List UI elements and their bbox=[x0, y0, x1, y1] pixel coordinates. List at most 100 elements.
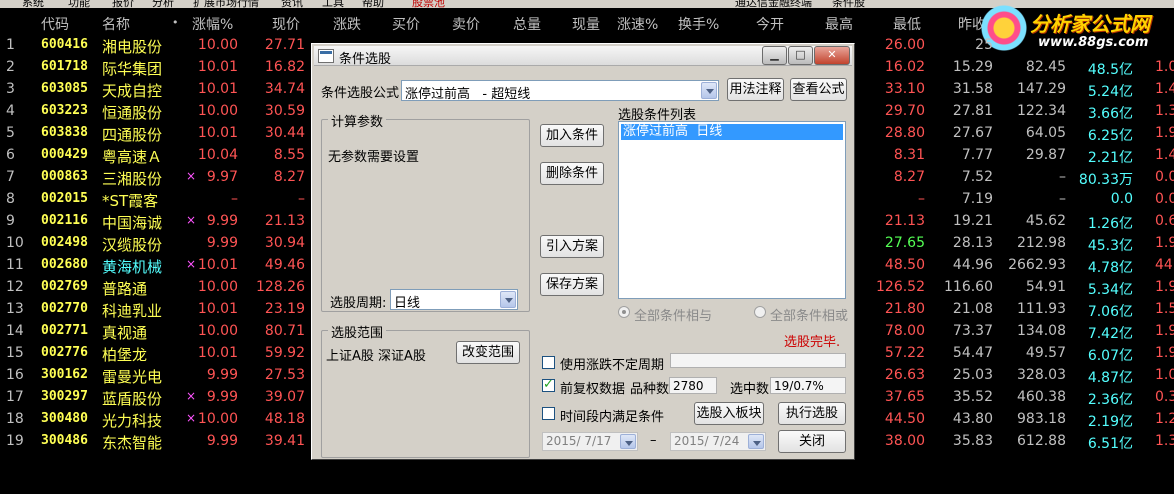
col-header[interactable]: 涨速% bbox=[617, 14, 658, 34]
menu-item[interactable]: 工具 bbox=[322, 0, 344, 8]
view-formula-button[interactable]: 查看公式 bbox=[790, 78, 847, 101]
stock-code: 002769 bbox=[41, 279, 88, 294]
period-label: 选股周期: bbox=[330, 296, 387, 311]
extra-value: 1.4 bbox=[1155, 147, 1174, 163]
formula-select[interactable]: 涨停过前高 - 超短线 bbox=[401, 80, 719, 102]
low-price: 27.67 bbox=[952, 125, 993, 141]
row-index: 5 bbox=[6, 125, 15, 141]
col-header[interactable]: • bbox=[172, 16, 179, 29]
adjust-data-label: 前复权数据 bbox=[560, 382, 626, 397]
stock-name: 光力科技 bbox=[102, 412, 163, 430]
range-text: 上证A股 深证A股 bbox=[326, 349, 426, 364]
col-header[interactable]: 最高 bbox=[825, 14, 853, 34]
condition-screen-dialog: 条件选股 ▁ □ ✕ 条件选股公式 涨停过前高 - 超短线 用法注释 查看公式 … bbox=[311, 43, 855, 460]
interval-checkbox[interactable] bbox=[542, 407, 555, 420]
condition-list[interactable]: 涨停过前高 日线 bbox=[618, 121, 846, 299]
menu-item[interactable]: 分析 bbox=[152, 0, 174, 8]
col-header[interactable]: 卖价 bbox=[452, 14, 480, 34]
menu-item[interactable]: 功能 bbox=[68, 0, 90, 8]
prev-close: 460.38 bbox=[1017, 389, 1066, 405]
dialog-title: 条件选股 bbox=[339, 52, 392, 67]
chevron-down-icon[interactable] bbox=[500, 291, 516, 308]
list-item[interactable]: 涨停过前高 日线 bbox=[621, 124, 843, 140]
delete-condition-button[interactable]: 删除条件 bbox=[540, 162, 604, 185]
extra-value: 1.9 bbox=[1155, 235, 1174, 251]
col-header[interactable]: 现量 bbox=[572, 14, 600, 34]
minimize-icon[interactable]: ▁ bbox=[762, 46, 787, 65]
high-price: 8.27 bbox=[893, 169, 925, 185]
indefinite-period-checkbox[interactable] bbox=[542, 356, 555, 369]
star-mark: × bbox=[186, 389, 197, 403]
change-pct: 9.99 bbox=[206, 433, 238, 449]
col-header[interactable]: 今开 bbox=[756, 14, 784, 34]
count-label: 品种数 bbox=[630, 382, 670, 397]
radio-and[interactable] bbox=[618, 306, 630, 318]
turnover-amount: 6.25亿 bbox=[1087, 128, 1133, 144]
col-header[interactable]: 总量 bbox=[513, 14, 541, 34]
save-plan-button[interactable]: 保存方案 bbox=[540, 273, 604, 296]
row-index: 10 bbox=[6, 235, 24, 251]
low-price: 43.80 bbox=[952, 411, 993, 427]
stock-code: 300486 bbox=[41, 433, 88, 448]
col-header[interactable]: 买价 bbox=[392, 14, 420, 34]
menu-item[interactable]: 帮助 bbox=[362, 0, 384, 8]
current-price: 8.55 bbox=[273, 147, 305, 163]
menu-item[interactable]: 扩展市场行情 bbox=[193, 0, 259, 8]
maximize-icon[interactable]: □ bbox=[788, 46, 813, 65]
dialog-titlebar[interactable]: 条件选股 ▁ □ ✕ bbox=[314, 46, 852, 67]
star-mark: × bbox=[186, 213, 197, 227]
date-to-select[interactable]: 2015/ 7/24 bbox=[670, 432, 766, 451]
extra-value: 1.4 bbox=[1155, 81, 1174, 97]
col-header[interactable]: 换手% bbox=[678, 14, 719, 34]
stock-code: 000863 bbox=[41, 169, 88, 184]
turnover-amount: 80.33万 bbox=[1078, 172, 1133, 188]
prev-close: 64.05 bbox=[1025, 125, 1066, 141]
app-title: 通达信金融终端 bbox=[735, 0, 812, 8]
stock-name: 真视通 bbox=[102, 324, 148, 342]
chevron-down-icon[interactable] bbox=[701, 82, 717, 99]
current-price: 27.53 bbox=[264, 367, 305, 383]
turnover-amount: 2.21亿 bbox=[1087, 150, 1133, 166]
low-price: 28.13 bbox=[952, 235, 993, 251]
menu-item[interactable]: 报价 bbox=[112, 0, 134, 8]
add-condition-button[interactable]: 加入条件 bbox=[540, 124, 604, 147]
row-index: 18 bbox=[6, 411, 24, 427]
row-index: 16 bbox=[6, 367, 24, 383]
stock-code: 300297 bbox=[41, 389, 88, 404]
stock-name: 湘电股份 bbox=[102, 38, 163, 56]
star-mark: × bbox=[186, 411, 197, 425]
date-from-select[interactable]: 2015/ 7/17 bbox=[542, 432, 638, 451]
change-pct: 9.99 bbox=[206, 367, 238, 383]
close-button[interactable]: 关闭 bbox=[778, 430, 846, 453]
low-price: 21.08 bbox=[952, 301, 993, 317]
col-header[interactable]: 最低 bbox=[893, 14, 921, 34]
col-header[interactable]: 涨幅% bbox=[192, 14, 233, 34]
current-price: 48.18 bbox=[264, 411, 305, 427]
col-header[interactable]: 涨跌 bbox=[333, 14, 361, 34]
low-price: 73.37 bbox=[952, 323, 993, 339]
close-icon[interactable]: ✕ bbox=[814, 46, 850, 65]
turnover-amount: 7.06亿 bbox=[1087, 304, 1133, 320]
stock-name: 黄海机械 bbox=[102, 258, 163, 276]
menu-item[interactable]: 系统 bbox=[22, 0, 44, 8]
col-header[interactable]: 名称 bbox=[102, 14, 130, 34]
stock-code: 002116 bbox=[41, 213, 88, 228]
menu-item-stock-pool[interactable]: 股票池 bbox=[412, 0, 445, 8]
col-header[interactable]: 代码 bbox=[41, 14, 69, 34]
high-price: 126.52 bbox=[876, 279, 925, 295]
import-plan-button[interactable]: 引入方案 bbox=[540, 235, 604, 258]
chevron-down-icon[interactable] bbox=[620, 434, 636, 449]
turnover-amount: 4.78亿 bbox=[1087, 260, 1133, 276]
radio-or[interactable] bbox=[754, 306, 766, 318]
adjust-data-checkbox[interactable] bbox=[542, 377, 555, 392]
col-header[interactable]: 现价 bbox=[272, 14, 300, 34]
to-block-button[interactable]: 选股入板块 bbox=[694, 402, 764, 425]
prev-close: – bbox=[1059, 191, 1066, 207]
change-range-button[interactable]: 改变范围 bbox=[456, 341, 520, 364]
menu-item[interactable]: 资讯 bbox=[281, 0, 303, 8]
execute-button[interactable]: 执行选股 bbox=[778, 402, 846, 425]
current-price: 59.92 bbox=[264, 345, 305, 361]
usage-notes-button[interactable]: 用法注释 bbox=[727, 78, 784, 101]
period-select[interactable]: 日线 bbox=[390, 289, 518, 311]
chevron-down-icon[interactable] bbox=[748, 434, 764, 449]
